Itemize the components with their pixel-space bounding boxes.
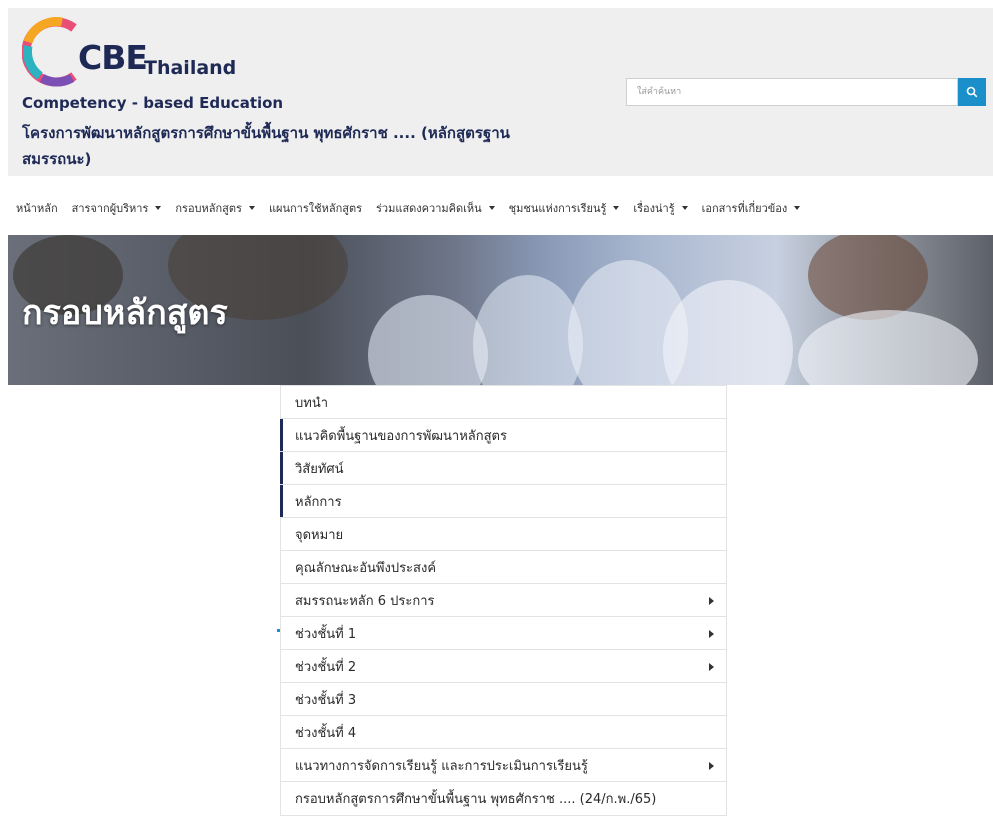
menu-item-label: หลักการ	[295, 494, 342, 510]
main-nav: หน้าหลัก สารจากผู้บริหาร กรอบหลักสูตร แผ…	[16, 198, 814, 218]
nav-item-label: หน้าหลัก	[16, 202, 58, 215]
nav-item-label: กรอบหลักสูตร	[175, 202, 242, 215]
menu-item-core-competencies[interactable]: สมรรถนะหลัก 6 ประการ	[281, 584, 726, 617]
chevron-down-icon	[681, 206, 688, 210]
search-input[interactable]	[626, 78, 958, 106]
nav-item-home[interactable]: หน้าหลัก	[16, 199, 58, 217]
nav-item-learning-community[interactable]: ชุมชนแห่งการเรียนรู้	[509, 199, 620, 217]
nav-item-executive-message[interactable]: สารจากผู้บริหาร	[72, 199, 162, 217]
chevron-right-icon	[709, 597, 714, 605]
nav-item-label: แผนการใช้หลักสูตร	[268, 202, 363, 215]
chevron-down-icon	[794, 206, 801, 210]
menu-item-key-stage-2[interactable]: ช่วงชั้นที่ 2	[281, 650, 726, 683]
menu-item-label: กรอบหลักสูตรการศึกษาขั้นพื้นฐาน พุทธศักร…	[295, 792, 657, 807]
logo-subtext: Thailand	[144, 57, 237, 79]
curriculum-dropdown-menu: บทนำ แนวคิดพื้นฐานของการพัฒนาหลักสูตร วิ…	[280, 385, 727, 816]
menu-item-label: บทนำ	[295, 395, 329, 411]
nav-item-feedback[interactable]: ร่วมแสดงความคิดเห็น	[376, 199, 495, 217]
menu-item-goals[interactable]: จุดหมาย	[281, 518, 726, 551]
chevron-down-icon	[155, 206, 162, 210]
bullet-marker	[277, 629, 280, 632]
menu-item-label: คุณลักษณะอันพึงประสงค์	[295, 560, 437, 576]
menu-item-key-stage-3[interactable]: ช่วงชั้นที่ 3	[281, 683, 726, 716]
menu-item-label: แนวทางการจัดการเรียนรู้ และการประเมินการ…	[295, 758, 588, 774]
page-title: กรอบหลักสูตร	[22, 293, 228, 333]
site-header: CBE Thailand Competency - based Educatio…	[8, 8, 993, 176]
nav-item-label: สารจากผู้บริหาร	[71, 202, 149, 215]
menu-item-label: จุดหมาย	[295, 527, 344, 543]
nav-item-curriculum-framework[interactable]: กรอบหลักสูตร	[175, 199, 255, 217]
menu-item-vision[interactable]: วิสัยทัศน์	[280, 452, 726, 485]
menu-item-learning-assessment[interactable]: แนวทางการจัดการเรียนรู้ และการประเมินการ…	[281, 749, 726, 782]
menu-item-basic-concepts[interactable]: แนวคิดพื้นฐานของการพัฒนาหลักสูตร	[280, 419, 726, 452]
menu-item-label: ช่วงชั้นที่ 2	[295, 659, 357, 675]
chevron-down-icon	[248, 206, 255, 210]
search-icon	[966, 86, 978, 98]
nav-item-label: ชุมชนแห่งการเรียนรู้	[508, 202, 607, 215]
menu-item-key-stage-1[interactable]: ช่วงชั้นที่ 1	[281, 617, 726, 650]
chevron-down-icon	[613, 206, 620, 210]
menu-item-label: ช่วงชั้นที่ 3	[295, 692, 357, 708]
nav-item-knowledge[interactable]: เรื่องน่ารู้	[633, 199, 688, 217]
nav-item-documents[interactable]: เอกสารที่เกี่ยวข้อง	[702, 199, 801, 217]
menu-item-label: สมรรถนะหลัก 6 ประการ	[295, 593, 435, 609]
logo-text: CBE	[78, 38, 148, 77]
menu-item-framework-document[interactable]: กรอบหลักสูตรการศึกษาขั้นพื้นฐาน พุทธศักร…	[281, 782, 726, 815]
menu-item-key-stage-4[interactable]: ช่วงชั้นที่ 4	[281, 716, 726, 749]
chevron-right-icon	[709, 630, 714, 638]
logo-ring-icon	[22, 17, 77, 87]
nav-item-label: ร่วมแสดงความคิดเห็น	[376, 202, 482, 215]
menu-item-label: ช่วงชั้นที่ 4	[295, 725, 357, 741]
nav-item-curriculum-plan[interactable]: แผนการใช้หลักสูตร	[269, 199, 362, 217]
menu-item-desired-characteristics[interactable]: คุณลักษณะอันพึงประสงค์	[281, 551, 726, 584]
cbe-logo[interactable]: CBE Thailand	[22, 16, 236, 96]
chevron-right-icon	[709, 762, 714, 770]
menu-item-label: วิสัยทัศน์	[295, 461, 344, 477]
site-tagline: Competency - based Education	[22, 94, 284, 112]
menu-item-label: แนวคิดพื้นฐานของการพัฒนาหลักสูตร	[295, 428, 507, 444]
search-bar	[626, 78, 986, 106]
search-button[interactable]	[958, 78, 986, 106]
chevron-right-icon	[709, 663, 714, 671]
nav-item-label: เอกสารที่เกี่ยวข้อง	[701, 202, 788, 215]
chevron-down-icon	[488, 206, 495, 210]
menu-item-introduction[interactable]: บทนำ	[281, 386, 726, 419]
menu-item-label: ช่วงชั้นที่ 1	[295, 626, 357, 642]
menu-item-principles[interactable]: หลักการ	[280, 485, 726, 518]
hero-banner: กรอบหลักสูตร	[8, 235, 993, 385]
project-title: โครงการพัฒนาหลักสูตรการศึกษาขั้นพื้นฐาน …	[22, 124, 510, 168]
nav-item-label: เรื่องน่ารู้	[633, 202, 675, 215]
